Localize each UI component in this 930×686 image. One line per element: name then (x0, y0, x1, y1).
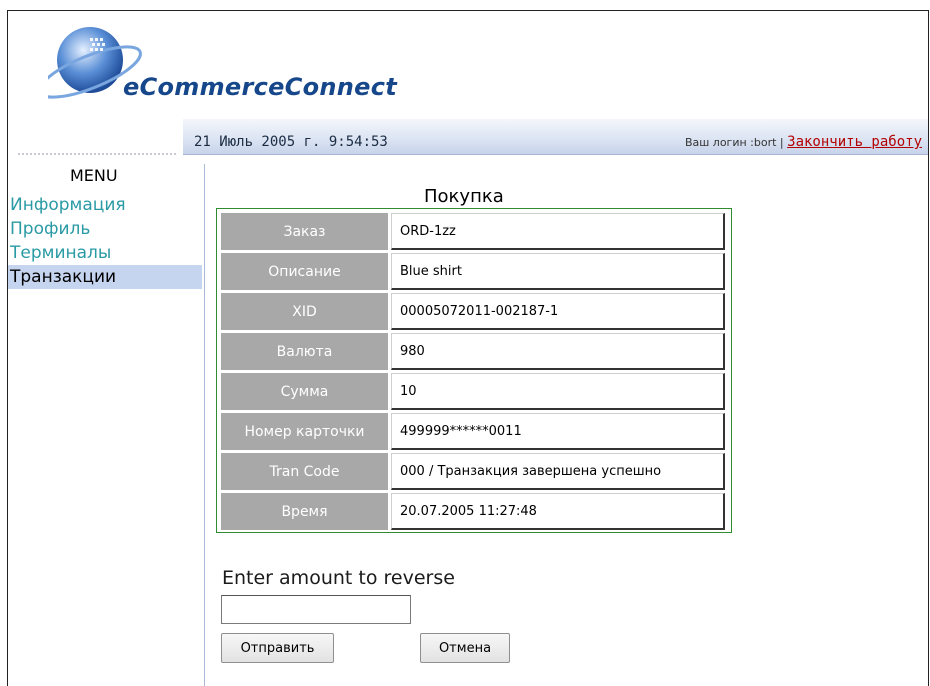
row-value: ORD-1zz (391, 213, 725, 250)
row-value: 20.07.2005 11:27:48 (391, 493, 725, 530)
sidebar-divider (204, 164, 205, 686)
row-value: 10 (391, 373, 725, 410)
login-label: Ваш логин :bort (684, 136, 777, 149)
table-row: XID 00005072011-002187-1 (221, 293, 725, 330)
row-label: Заказ (221, 213, 388, 250)
table-row: Номер карточки 499999******0011 (221, 413, 725, 450)
reverse-amount-input[interactable] (221, 595, 411, 624)
row-value: 980 (391, 333, 725, 370)
table-row: Валюта 980 (221, 333, 725, 370)
row-label: Сумма (221, 373, 388, 410)
header-dotted-line (18, 153, 178, 155)
row-value: 499999******0011 (391, 413, 725, 450)
row-label: Tran Code (221, 453, 388, 490)
row-label: Номер карточки (221, 413, 388, 450)
sidebar-item-transactions[interactable]: Транзакции (8, 265, 202, 289)
transaction-details-table: Заказ ORD-1zz Описание Blue shirt XID 00… (216, 208, 732, 533)
row-value: Blue shirt (391, 253, 725, 290)
sidebar-menu: Информация Профиль Терминалы Транзакции (8, 193, 202, 289)
table-row: Описание Blue shirt (221, 253, 725, 290)
page-title: Покупка (424, 186, 504, 207)
login-info: Ваш логин :bort | Закончить работу (685, 134, 922, 150)
menu-title: MENU (70, 166, 118, 185)
separator: | (779, 136, 784, 149)
row-label: Описание (221, 253, 388, 290)
row-label: Время (221, 493, 388, 530)
current-date: 21 Июль 2005 г. 9:54:53 (194, 134, 388, 150)
table-row: Tran Code 000 / Транзакция завершена усп… (221, 453, 725, 490)
row-value: 000 / Транзакция завершена успешно (391, 453, 725, 490)
row-label: XID (221, 293, 388, 330)
row-label: Валюта (221, 333, 388, 370)
sidebar-item-terminals[interactable]: Терминалы (8, 241, 202, 265)
submit-button[interactable]: Отправить (221, 633, 334, 663)
sidebar-item-profile[interactable]: Профиль (8, 217, 202, 241)
reverse-amount-label: Enter amount to reverse (222, 567, 455, 589)
brand-name: eCommerceConnect (123, 73, 398, 101)
sidebar-item-information[interactable]: Информация (8, 193, 202, 217)
table-row: Сумма 10 (221, 373, 725, 410)
logout-link[interactable]: Закончить работу (787, 134, 922, 150)
row-value: 00005072011-002187-1 (391, 293, 725, 330)
cancel-button[interactable]: Отмена (420, 633, 510, 663)
table-row: Время 20.07.2005 11:27:48 (221, 493, 725, 530)
table-row: Заказ ORD-1zz (221, 213, 725, 250)
